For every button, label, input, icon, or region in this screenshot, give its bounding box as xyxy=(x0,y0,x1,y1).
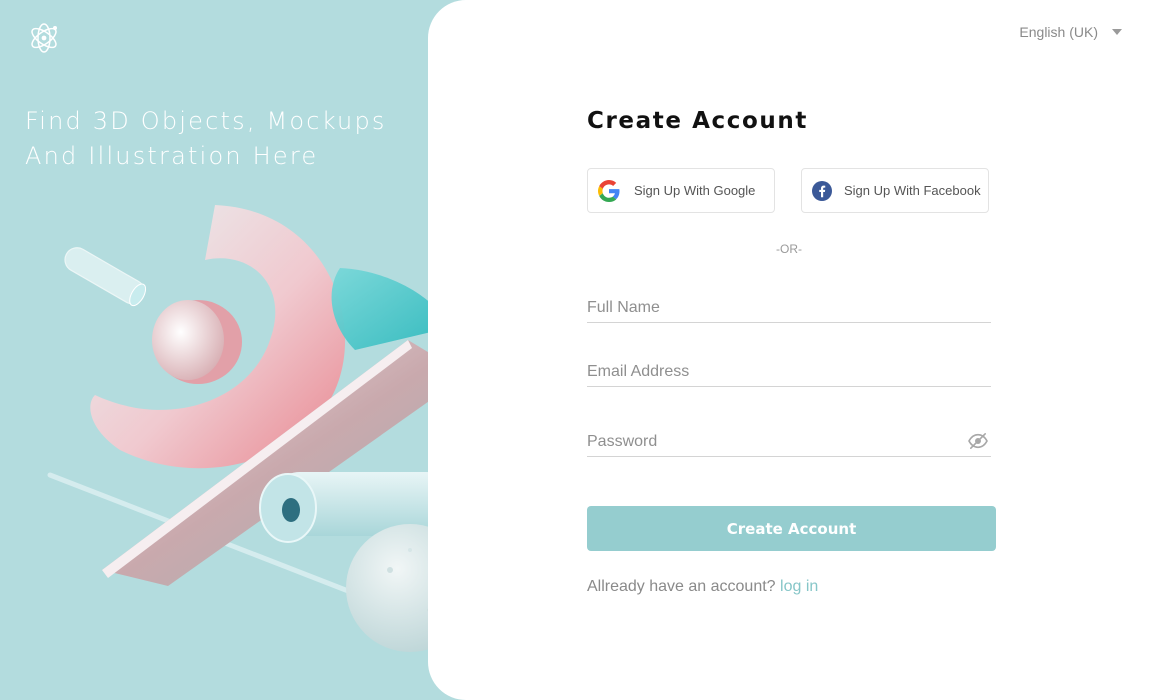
login-link[interactable]: log in xyxy=(780,578,818,595)
or-divider: -OR- xyxy=(776,242,802,256)
facebook-signup-label: Sign Up With Facebook xyxy=(844,183,981,198)
google-signup-label: Sign Up With Google xyxy=(634,183,756,198)
hero-title: Find 3D Objects, Mockups And Illustratio… xyxy=(25,104,425,174)
hero-title-line-2: And Illustration Here xyxy=(25,142,319,170)
language-selected: English (UK) xyxy=(1019,24,1098,40)
form-title: Create Account xyxy=(587,108,808,134)
google-icon xyxy=(598,179,620,202)
eye-slash-icon[interactable] xyxy=(967,432,989,450)
signup-form: Create Account Sign Up With Google Sign … xyxy=(587,104,997,595)
email-field xyxy=(587,351,991,387)
chevron-down-icon xyxy=(1112,29,1122,35)
login-prompt: Allready have an account? log in xyxy=(587,578,818,596)
create-account-button[interactable]: Create Account xyxy=(587,506,996,551)
hero-title-line-1: Find 3D Objects, Mockups xyxy=(25,107,387,135)
google-signup-button[interactable]: Sign Up With Google xyxy=(587,168,775,213)
atom-icon[interactable] xyxy=(28,20,62,56)
facebook-icon xyxy=(812,180,832,201)
password-input[interactable] xyxy=(587,421,991,456)
facebook-signup-button[interactable]: Sign Up With Facebook xyxy=(801,168,989,213)
email-input[interactable] xyxy=(587,351,991,386)
login-prompt-text: Allready have an account? xyxy=(587,578,776,595)
password-field xyxy=(587,421,991,457)
full-name-input[interactable] xyxy=(587,287,991,322)
full-name-field xyxy=(587,287,991,323)
language-selector[interactable]: English (UK) xyxy=(1019,24,1122,40)
